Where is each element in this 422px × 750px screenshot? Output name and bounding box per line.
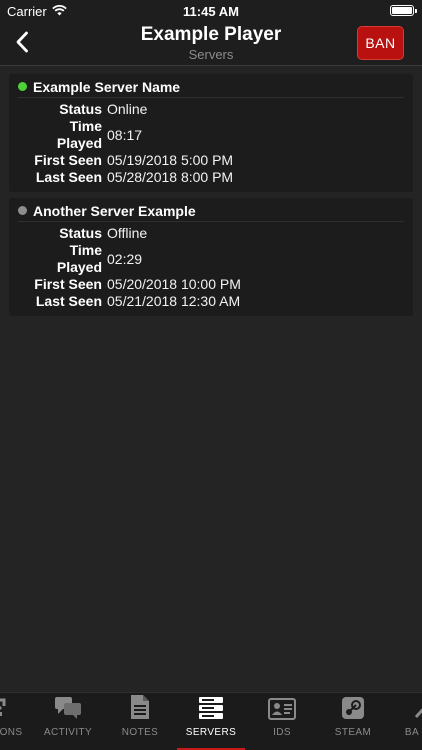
tab-bar: ONS ACTIVITY NOTES SERVERS IDS STEAM BA	[0, 692, 422, 750]
last-seen-label: Last Seen	[35, 169, 102, 185]
ban-hammer-icon	[411, 696, 422, 723]
tab-ids[interactable]: IDS	[246, 693, 318, 750]
status-bar: Carrier 11:45 AM	[0, 0, 422, 22]
tab-label: STEAM	[334, 727, 372, 738]
chat-bubbles-icon	[54, 696, 82, 723]
time-played-label-line2: Played	[56, 135, 102, 151]
tab-label: ACTIVITY	[43, 727, 93, 738]
tab-actions[interactable]: ONS	[0, 693, 36, 750]
time-played-row: Time Played 02:29	[18, 242, 404, 276]
status-value: Offline	[107, 225, 148, 241]
first-seen-label: First Seen	[34, 152, 102, 168]
clock: 11:45 AM	[183, 4, 239, 19]
tab-bans[interactable]: BA	[388, 693, 422, 750]
time-played-value: 08:17	[107, 126, 143, 143]
tab-servers[interactable]: SERVERS	[175, 693, 247, 750]
tab-activity[interactable]: ACTIVITY	[32, 693, 104, 750]
server-name: Example Server Name	[33, 78, 181, 95]
time-played-label-line2: Played	[56, 259, 102, 275]
tab-label: SERVERS	[185, 727, 237, 738]
status-label: Status	[59, 225, 102, 241]
first-seen-value: 05/19/2018 5:00 PM	[107, 152, 234, 168]
server-card[interactable]: Another Server Example Status Offline Ti…	[9, 198, 413, 316]
server-card[interactable]: Example Server Name Status Online Time P…	[9, 74, 413, 192]
tab-label: NOTES	[121, 727, 159, 738]
servers-list: Example Server Name Status Online Time P…	[9, 74, 413, 322]
first-seen-row: First Seen 05/20/2018 10:00 PM	[18, 276, 404, 293]
server-header: Example Server Name	[18, 78, 404, 98]
tab-notes[interactable]: NOTES	[104, 693, 176, 750]
status-dot-icon	[18, 206, 27, 215]
last-seen-value: 05/21/2018 12:30 AM	[107, 293, 241, 309]
first-seen-label: First Seen	[34, 276, 102, 292]
battery-icon	[390, 5, 417, 16]
document-icon	[129, 694, 151, 723]
id-card-icon	[268, 698, 296, 723]
tab-label: BA	[404, 727, 420, 738]
time-played-label-line1: Time	[69, 118, 102, 134]
status-row: Status Offline	[18, 225, 404, 242]
actions-icon	[0, 696, 12, 723]
navigation-bar: Example Player Servers BAN	[0, 22, 422, 66]
server-header: Another Server Example	[18, 202, 404, 222]
screen: Carrier 11:45 AM Example Player Servers …	[0, 0, 422, 750]
time-played-label-line1: Time	[69, 242, 102, 258]
last-seen-label: Last Seen	[35, 293, 102, 309]
first-seen-row: First Seen 05/19/2018 5:00 PM	[18, 152, 404, 169]
tab-label: ONS	[0, 727, 23, 738]
time-played-label: Time Played	[18, 242, 107, 276]
status-row: Status Online	[18, 101, 404, 118]
status-dot-icon	[18, 82, 27, 91]
ban-button[interactable]: BAN	[357, 26, 404, 60]
last-seen-value: 05/28/2018 8:00 PM	[107, 169, 234, 185]
last-seen-row: Last Seen 05/21/2018 12:30 AM	[18, 293, 404, 310]
status-value: Online	[107, 101, 148, 117]
server-name: Another Server Example	[33, 202, 196, 219]
time-played-label: Time Played	[18, 118, 107, 152]
server-rack-icon	[198, 696, 224, 723]
time-played-row: Time Played 08:17	[18, 118, 404, 152]
tab-steam[interactable]: STEAM	[317, 693, 389, 750]
status-label: Status	[59, 101, 102, 117]
steam-icon	[341, 696, 365, 723]
first-seen-value: 05/20/2018 10:00 PM	[107, 276, 241, 292]
time-played-value: 02:29	[107, 250, 143, 267]
last-seen-row: Last Seen 05/28/2018 8:00 PM	[18, 169, 404, 186]
tab-label: IDS	[273, 727, 291, 738]
